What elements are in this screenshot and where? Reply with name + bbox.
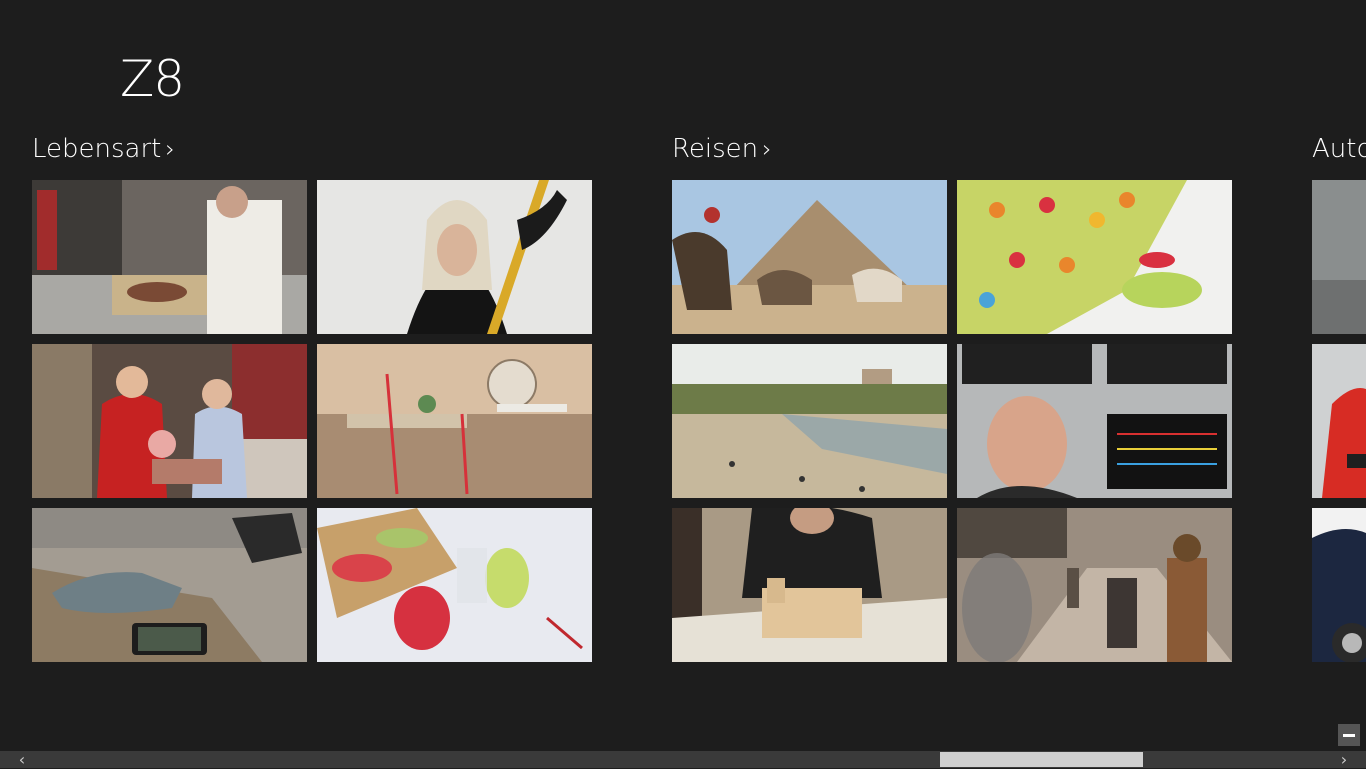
section-header-auto[interactable]: Auto: [1312, 134, 1366, 164]
article-tile-pyramid-camels[interactable]: [672, 180, 947, 334]
minus-icon[interactable]: [1338, 724, 1360, 746]
article-tile-auto-1[interactable]: [1312, 180, 1366, 334]
article-tile-river-bank[interactable]: [672, 344, 947, 498]
article-tile-architecture-model[interactable]: [672, 508, 947, 662]
section-label: Auto: [1312, 134, 1366, 164]
section-header-reisen[interactable]: Reisen ›: [672, 134, 772, 164]
article-tile-auto-2[interactable]: [1312, 344, 1366, 498]
chevron-left-icon[interactable]: ‹: [12, 751, 32, 768]
article-tile-drinks-fruit[interactable]: [317, 508, 592, 662]
article-tile-chef-kitchen[interactable]: [32, 180, 307, 334]
article-tile-pedestrian-street[interactable]: [957, 508, 1232, 662]
horizontal-scrollbar[interactable]: ‹ ›: [0, 751, 1366, 768]
section-label: Reisen: [672, 134, 759, 164]
section-label: Lebensart: [32, 134, 162, 164]
article-tile-beach-illustration[interactable]: [957, 180, 1232, 334]
section-header-lebensart[interactable]: Lebensart ›: [32, 134, 175, 164]
app-title: Z8: [120, 50, 185, 108]
chevron-right-icon[interactable]: ›: [1334, 751, 1354, 768]
scrollbar-thumb[interactable]: [940, 752, 1143, 767]
minus-glyph: [1343, 733, 1355, 737]
article-tile-auto-3[interactable]: [1312, 508, 1366, 662]
article-tile-butcher-shop[interactable]: [32, 344, 307, 498]
article-tile-control-room[interactable]: [957, 344, 1232, 498]
chevron-right-icon: ›: [165, 135, 175, 163]
article-tile-running-shoe[interactable]: [32, 508, 307, 662]
article-tile-measuring-man[interactable]: [317, 180, 592, 334]
chevron-right-icon: ›: [762, 135, 772, 163]
article-tile-interior-room[interactable]: [317, 344, 592, 498]
